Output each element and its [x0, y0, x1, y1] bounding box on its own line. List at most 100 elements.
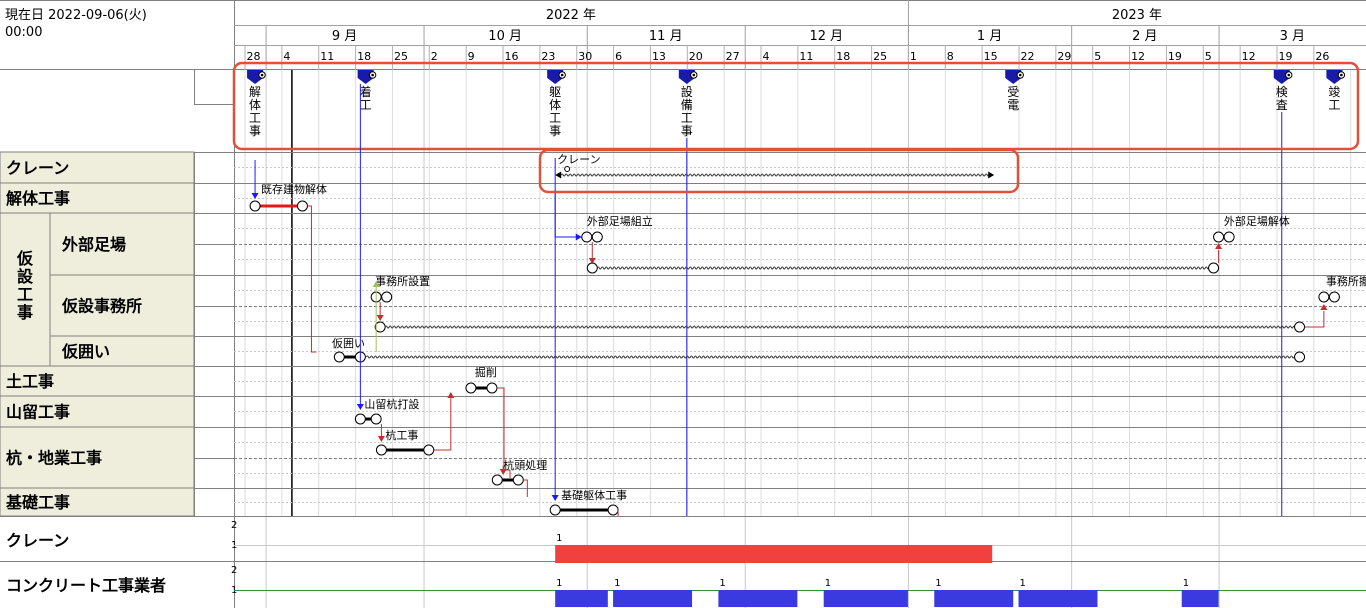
milestone-label: 着工 — [360, 84, 372, 112]
resource-value-label: 1 — [1020, 578, 1026, 589]
category-panel: クレーン解体工事土工事山留工事杭・地業工事基礎工事 仮設工事 外部足場仮設事務所仮囲… — [0, 151, 195, 517]
week-label: 22 — [1021, 50, 1035, 63]
task-label: クレーン — [557, 153, 600, 166]
week-label: 19 — [1278, 50, 1292, 63]
milestone-pin-dot — [371, 73, 374, 77]
resource-load-bar — [823, 590, 908, 607]
month-label: 12 月 — [809, 29, 843, 44]
week-label: 29 — [1057, 50, 1071, 63]
category-label: 解体工事 — [6, 189, 70, 208]
task-node — [1223, 231, 1235, 243]
resource-value-label: 1 — [556, 533, 562, 544]
milestone-label: 検査 — [1276, 85, 1288, 112]
week-label: 11 — [320, 50, 334, 63]
task-label: 既存建物解体 — [261, 182, 327, 196]
resource-value-label: 1 — [556, 578, 562, 589]
week-label: 8 — [947, 50, 954, 63]
task-label: 事務所設置 — [375, 274, 430, 288]
gantt-chart: 現在日 2022-09-06(火) 00:00 2022 年 2023 年 9 月… — [0, 0, 1366, 608]
category-label: 山留工事 — [6, 403, 70, 422]
week-label: 1 — [910, 50, 917, 63]
resource-value-label: 1 — [614, 578, 620, 589]
month-label: 10 月 — [488, 29, 522, 44]
week-label: 28 — [247, 50, 261, 63]
task-node — [486, 382, 498, 394]
milestone-pin-dot — [1018, 73, 1022, 77]
week-label: 13 — [652, 50, 666, 63]
task-node — [465, 382, 477, 394]
week-label: 6 — [615, 50, 622, 63]
category-label: 土工事 — [6, 372, 54, 391]
task-node — [491, 474, 503, 486]
resource-load-bar — [1018, 590, 1098, 607]
resource-load-bar — [934, 590, 1014, 607]
week-label: 15 — [984, 50, 998, 63]
task-node — [1328, 291, 1340, 303]
milestone-label: 設備工事 — [681, 84, 693, 138]
week-label: 25 — [873, 50, 887, 63]
year-label: 2022 年 — [546, 8, 596, 23]
task-node — [581, 231, 593, 243]
milestone-label: 解体工事 — [249, 85, 261, 138]
week-label: 12 — [1131, 50, 1145, 63]
resource-value-label: 1 — [825, 578, 831, 589]
category-sublabel: 仮囲い — [61, 342, 110, 361]
task-label: 外部足場解体 — [1224, 214, 1290, 228]
task-node — [591, 231, 603, 243]
resource-load-bar — [555, 545, 993, 563]
task-node — [1213, 231, 1225, 243]
week-label: 2 — [431, 50, 438, 63]
task-label: 杭工事 — [385, 428, 418, 442]
task-node — [370, 413, 382, 425]
task-node — [586, 262, 598, 274]
resource-load-bar — [555, 590, 608, 607]
task-bar: 基礎躯体工事 — [549, 488, 627, 516]
month-label: 3 月 — [1280, 29, 1305, 44]
week-label: 18 — [357, 50, 371, 63]
month-label: 1 月 — [977, 29, 1002, 44]
task-node — [607, 504, 619, 516]
milestone-pin-dot — [560, 73, 564, 77]
category-group-label: 仮設工事 — [16, 249, 34, 322]
week-label: 25 — [394, 50, 408, 63]
task-pin-icon — [564, 166, 571, 172]
milestone-label: 躯体工事 — [549, 84, 561, 138]
category-sublabel: 仮設事務所 — [61, 297, 142, 316]
resource-load-bar — [613, 590, 693, 607]
category-sublabel: 外部足場 — [61, 235, 126, 254]
task-node — [1294, 321, 1306, 333]
week-label: 5 — [1205, 50, 1212, 63]
week-label: 18 — [836, 50, 850, 63]
week-label: 12 — [1242, 50, 1256, 63]
week-label: 5 — [1094, 50, 1101, 63]
milestone-pin-dot — [692, 73, 696, 77]
milestone-pin-dot — [260, 73, 264, 77]
category-label: 基礎工事 — [5, 493, 70, 512]
month-label: 11 月 — [649, 29, 683, 44]
task-node — [512, 474, 524, 486]
week-label: 4 — [763, 50, 770, 63]
week-label: 4 — [283, 50, 290, 63]
task-label: 山留杭打設 — [364, 397, 419, 411]
resource-value-label: 1 — [1183, 578, 1189, 589]
resource-axis-label: 2 — [231, 565, 237, 576]
task-label: 杭頭処理 — [503, 458, 547, 472]
week-label: 27 — [726, 50, 740, 63]
resource-value-label: 1 — [719, 578, 725, 589]
task-node — [354, 413, 366, 425]
task-node — [249, 200, 261, 212]
resource-label: コンクリート工事業者 — [6, 576, 166, 595]
task-node — [296, 200, 308, 212]
task-node — [1318, 291, 1330, 303]
month-label: 9 月 — [332, 29, 357, 44]
resource-label: クレーン — [6, 531, 69, 550]
week-label: 9 — [468, 50, 475, 63]
week-label: 19 — [1168, 50, 1182, 63]
task-node — [381, 291, 393, 303]
task-node — [549, 504, 561, 516]
task-label: 事務所撤去 — [1326, 274, 1366, 288]
week-label: 26 — [1315, 50, 1329, 63]
task-node — [375, 444, 387, 456]
task-label: 基礎躯体工事 — [561, 488, 627, 502]
task-node — [333, 351, 345, 363]
